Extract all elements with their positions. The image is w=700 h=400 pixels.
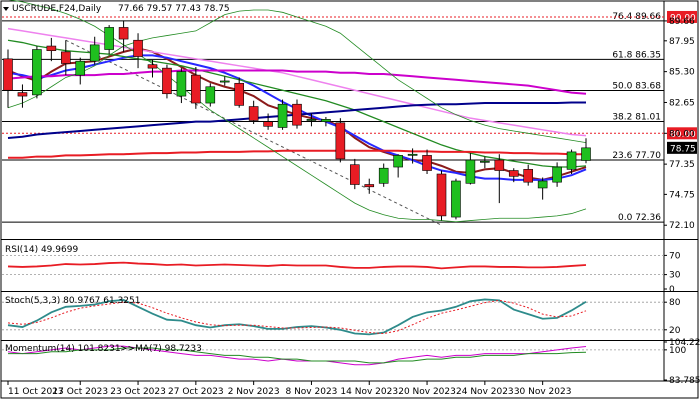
y-axis-label: 70 [669,251,681,261]
fib-level-label: 0.0 72.36 [618,213,661,223]
candle[interactable] [104,27,114,50]
candle[interactable] [523,169,534,183]
candle[interactable] [364,184,375,188]
x-axis-label: 27 Oct 2023 [168,387,224,397]
x-axis-label: 14 Nov 2023 [340,387,398,397]
candle[interactable] [436,173,447,217]
candle[interactable] [118,27,129,40]
chart-symbol-title: USCRUDE,F24,Daily [12,4,102,14]
x-axis-label: 30 Nov 2023 [514,387,572,397]
candle[interactable] [292,103,302,126]
ohlc-readout: 77.66 79.57 77.43 78.75 [118,4,230,14]
candle[interactable] [17,92,28,97]
candle[interactable] [552,166,562,183]
candle[interactable] [480,160,490,163]
y-axis-label: 0 [669,285,675,295]
y-axis-label: 83.7855 [669,376,700,386]
candle[interactable] [248,106,259,121]
y-axis-label: 100 [669,346,686,356]
x-axis-label: 2 Nov 2023 [228,387,280,397]
candle[interactable] [32,49,42,96]
collapse-triangle-icon[interactable] [3,7,9,11]
candle[interactable] [133,39,143,57]
y-axis-label: 30 [669,271,681,281]
y-axis-label: 20 [669,326,681,336]
candle[interactable] [581,147,591,161]
y-axis-label: 77.35 [669,160,695,170]
candle[interactable] [3,58,13,91]
candle[interactable] [234,82,244,106]
candle[interactable] [60,51,71,64]
candle[interactable] [508,170,519,177]
momentum-pane-title: Momentum(14) 101.8231 [5,344,121,354]
fib-level-label: 50.0 83.68 [612,81,661,91]
price-tag-label: 78.75 [670,144,696,154]
candle[interactable] [494,159,505,171]
x-axis-label: 24 Nov 2023 [456,387,514,397]
y-axis-label: 80 [669,298,681,308]
momentum-ma-title: >>MA(7) 98.7233 [120,344,202,354]
y-axis-label: 82.65 [669,98,695,108]
candle[interactable] [393,155,403,168]
y-axis-label: 80.00 [669,129,695,139]
rsi-line [7,261,587,270]
candle[interactable] [191,74,201,104]
chart-canvas[interactable]: 76.4 89.6661.8 86.3550.0 83.6838.2 81.01… [0,0,700,400]
candle[interactable] [321,119,331,122]
candle[interactable] [75,60,86,76]
candle[interactable] [465,159,476,184]
candle[interactable] [219,80,230,83]
y-axis-label: 74.75 [669,190,695,200]
fib-level-label: 61.8 86.35 [612,50,661,60]
x-axis-label: 20 Nov 2023 [398,387,456,397]
candle[interactable] [378,167,389,184]
candle[interactable] [451,180,461,218]
fib-level-label: 23.6 77.70 [612,151,661,161]
candle[interactable] [176,71,187,97]
y-axis-label: 89.66 [669,17,695,27]
candle[interactable] [335,122,346,160]
fib-level-label: 38.2 81.01 [612,113,661,123]
candle[interactable] [537,180,548,189]
rsi-pane-title: RSI(14) 49.9699 [5,245,78,255]
candle[interactable] [277,103,288,128]
candle[interactable] [407,153,418,156]
candle[interactable] [306,119,317,121]
candle[interactable] [205,86,216,104]
candle[interactable] [89,44,100,62]
candle[interactable] [263,121,273,127]
candle[interactable] [162,67,172,95]
x-axis-label: 23 Oct 2023 [110,387,166,397]
candle[interactable] [349,164,360,185]
x-axis-label: 17 Oct 2023 [52,387,108,397]
y-axis-label: 72.10 [669,221,695,231]
y-axis-label: 87.95 [669,37,695,47]
candle[interactable] [566,151,577,170]
candle[interactable] [147,64,158,69]
stoch-pane-title: Stoch(5,3,3) 80.9767 61.3251 [5,296,140,306]
x-axis-label: 8 Nov 2023 [285,387,337,397]
trading-chart-window[interactable]: 76.4 89.66 61.8 86.35 50.0 83.68 38.2 81.01… [0,0,700,400]
candle[interactable] [422,155,432,171]
y-axis-label: 85.30 [669,68,695,78]
candle[interactable] [46,45,57,51]
